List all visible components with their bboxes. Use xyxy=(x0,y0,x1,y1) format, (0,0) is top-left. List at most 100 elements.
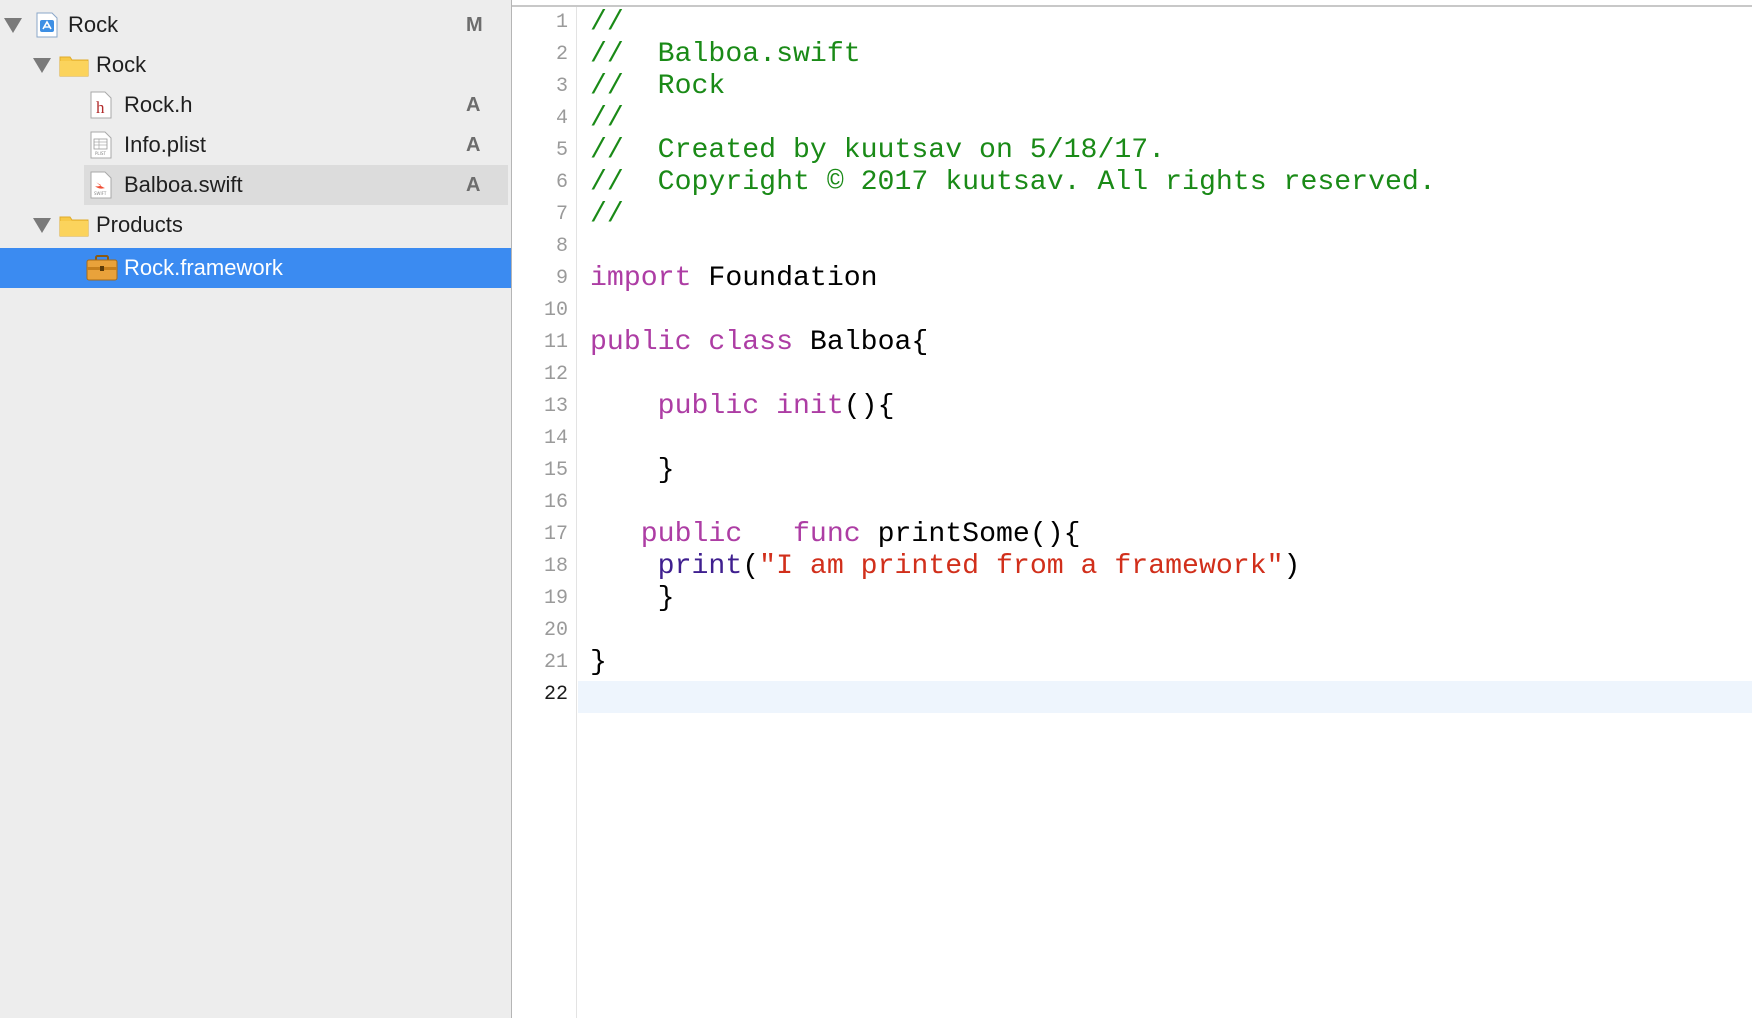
code-token-comment: // xyxy=(590,199,624,230)
line-number: 3 xyxy=(555,75,568,98)
xcode-project-icon xyxy=(34,12,60,38)
code-line[interactable]: public func printSome(){ xyxy=(590,519,1081,551)
line-number: 11 xyxy=(543,331,568,354)
code-token-keyword: public xyxy=(657,391,760,422)
svg-text:SWIFT: SWIFT xyxy=(94,191,107,196)
code-token-plain: ) xyxy=(1283,551,1301,582)
nav-item-project-rock[interactable]: Rock M xyxy=(0,5,511,45)
folder-icon xyxy=(59,212,89,238)
line-number: 15 xyxy=(543,459,568,482)
code-token-plain: (){ xyxy=(843,391,895,422)
header-file-icon: h xyxy=(90,91,112,119)
code-token-plain: ( xyxy=(742,551,760,582)
code-token-keyword: public xyxy=(590,327,692,358)
code-token-keyword: public xyxy=(640,519,743,550)
nav-item-label: Rock.h xyxy=(124,92,193,117)
line-number: 8 xyxy=(555,235,568,258)
line-number: 10 xyxy=(543,299,568,322)
line-number: 7 xyxy=(555,203,568,226)
code-line[interactable]: public init(){ xyxy=(590,391,895,423)
line-number-gutter: 1 2 3 4 5 6 7 8 9 10 11 12 13 14 15 16 17 18 19 20 21 22 xyxy=(512,7,577,1018)
nav-item-label: Products xyxy=(96,212,183,237)
nav-item-rock-h[interactable]: h Rock.h A xyxy=(0,85,511,125)
line-number: 18 xyxy=(543,555,568,578)
code-token-plain: Foundation xyxy=(691,263,878,294)
code-token-keyword: init xyxy=(776,391,844,422)
line-number: 2 xyxy=(555,43,568,66)
nav-item-balboa-swift[interactable]: SWIFT Balboa.swift A xyxy=(84,165,508,205)
code-line[interactable]: } xyxy=(590,455,675,487)
line-number: 5 xyxy=(555,139,568,162)
project-navigator: Rock M Rock h Rock.h A PLIST Info.plist … xyxy=(0,0,512,1018)
nav-item-label: Rock xyxy=(68,12,119,37)
code-token-plain: } xyxy=(590,583,675,614)
code-token-keyword: func xyxy=(793,519,861,550)
code-token-plain: } xyxy=(590,455,675,486)
nav-item-rock-framework[interactable]: Rock.framework xyxy=(0,248,511,288)
line-number: 12 xyxy=(543,363,568,386)
code-line[interactable]: // xyxy=(590,103,624,135)
line-number: 14 xyxy=(543,427,568,450)
disclosure-triangle-icon[interactable] xyxy=(33,218,51,233)
nav-item-label: Info.plist xyxy=(124,132,206,157)
code-line[interactable]: // Balboa.swift xyxy=(590,39,861,71)
code-line[interactable]: // xyxy=(590,199,624,231)
line-number: 9 xyxy=(555,267,568,290)
plist-file-icon: PLIST xyxy=(90,131,112,159)
code-line[interactable]: public class Balboa{ xyxy=(590,327,928,359)
code-line[interactable]: } xyxy=(590,647,607,679)
scm-status-badge: A xyxy=(466,173,481,196)
current-line-highlight xyxy=(578,681,1752,713)
nav-item-label: Rock xyxy=(96,52,147,77)
code-line[interactable]: // xyxy=(590,7,624,39)
line-number: 21 xyxy=(543,651,568,674)
code-line[interactable]: import Foundation xyxy=(590,263,878,295)
framework-icon xyxy=(86,255,118,281)
line-number: 22 xyxy=(543,683,568,706)
code-token-comment: // Rock xyxy=(590,71,726,102)
code-line[interactable]: // Created by kuutsav on 5/18/17. xyxy=(590,135,1165,167)
code-line[interactable]: print("I am printed from a framework") xyxy=(590,551,1301,583)
code-token-string: "I am printed from a framework" xyxy=(759,551,1284,582)
scm-status-badge: A xyxy=(466,93,481,116)
line-number: 4 xyxy=(555,107,568,130)
nav-item-info-plist[interactable]: PLIST Info.plist A xyxy=(0,125,511,165)
svg-text:PLIST: PLIST xyxy=(95,151,106,156)
code-token-plain: } xyxy=(590,647,607,678)
line-number: 13 xyxy=(543,395,568,418)
line-number: 17 xyxy=(543,523,568,546)
code-token-plain: printSome(){ xyxy=(860,519,1081,550)
disclosure-triangle-icon[interactable] xyxy=(4,18,22,33)
nav-item-label: Rock.framework xyxy=(124,255,283,280)
code-token-keyword: import xyxy=(590,263,692,294)
editor-top-divider xyxy=(512,5,1752,7)
disclosure-triangle-icon[interactable] xyxy=(33,58,51,73)
nav-item-group-rock[interactable]: Rock xyxy=(0,45,511,85)
line-number: 16 xyxy=(543,491,568,514)
nav-item-group-products[interactable]: Products xyxy=(0,205,511,245)
swift-file-icon: SWIFT xyxy=(90,171,112,199)
code-token-func: print xyxy=(657,551,743,582)
code-token-plain: Balboa{ xyxy=(793,327,929,358)
nav-item-label: Balboa.swift xyxy=(124,172,243,197)
code-token-comment: // xyxy=(590,103,624,134)
source-editor[interactable]: 1 2 3 4 5 6 7 8 9 10 11 12 13 14 15 16 17 18 19 20 21 22 ////… xyxy=(512,0,1752,1018)
line-number: 1 xyxy=(555,11,568,34)
code-token-comment: // Created by kuutsav on 5/18/17. xyxy=(590,135,1166,166)
line-number: 20 xyxy=(543,619,568,642)
svg-text:h: h xyxy=(96,98,105,117)
scm-status-badge: M xyxy=(466,13,483,36)
scm-status-badge: A xyxy=(466,133,481,156)
line-number: 19 xyxy=(543,587,568,610)
code-line[interactable]: // Copyright © 2017 kuutsav. All rights … xyxy=(590,167,1436,199)
code-token-comment: // xyxy=(590,7,624,38)
code-token-keyword: class xyxy=(708,327,793,358)
code-token-comment: // Balboa.swift xyxy=(590,39,861,70)
code-line[interactable]: } xyxy=(590,583,675,615)
code-line[interactable]: // Rock xyxy=(590,71,725,103)
